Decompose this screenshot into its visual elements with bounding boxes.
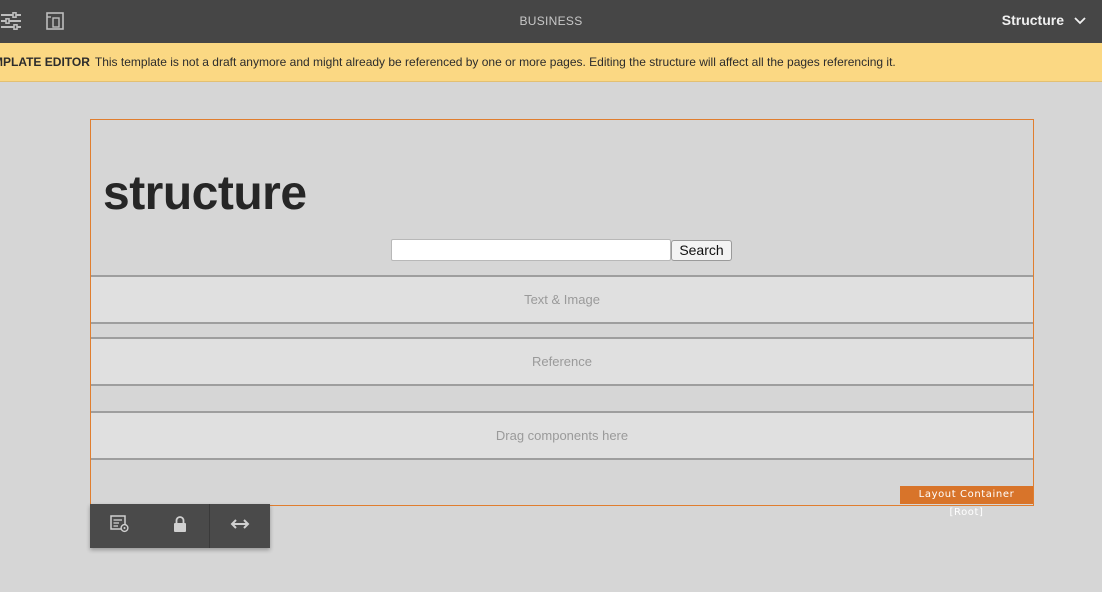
- resize-button[interactable]: [210, 504, 270, 548]
- container-tag[interactable]: Layout Container [Root]: [900, 486, 1033, 518]
- template-warning-banner: MPLATE EDITOR This template is not a draf…: [0, 43, 1102, 82]
- text-image-component[interactable]: Text & Image: [91, 275, 1033, 324]
- drop-zone[interactable]: Drag components here: [91, 411, 1033, 460]
- component-label: Reference: [532, 354, 592, 369]
- search-button[interactable]: Search: [671, 240, 732, 261]
- site-title: BUSINESS: [519, 14, 583, 28]
- component-toolbar: [90, 504, 270, 548]
- component-label: Text & Image: [524, 292, 600, 307]
- reference-component[interactable]: Reference: [91, 337, 1033, 386]
- banner-label: MPLATE EDITOR: [0, 55, 90, 69]
- lock-icon: [173, 515, 187, 538]
- policy-button[interactable]: [90, 504, 150, 548]
- search-input[interactable]: [391, 239, 671, 261]
- banner-message: This template is not a draft anymore and…: [94, 55, 896, 69]
- page-title: structure: [103, 167, 307, 220]
- top-toolbar: BUSINESS Structure: [0, 0, 1102, 43]
- resize-icon: [230, 517, 250, 535]
- chevron-down-icon: [1074, 12, 1086, 28]
- drop-zone-label: Drag components here: [495, 428, 629, 443]
- mode-selector[interactable]: Structure: [1002, 12, 1086, 28]
- mode-label: Structure: [1001, 12, 1064, 28]
- policy-icon: [110, 514, 130, 538]
- lock-button[interactable]: [150, 504, 210, 548]
